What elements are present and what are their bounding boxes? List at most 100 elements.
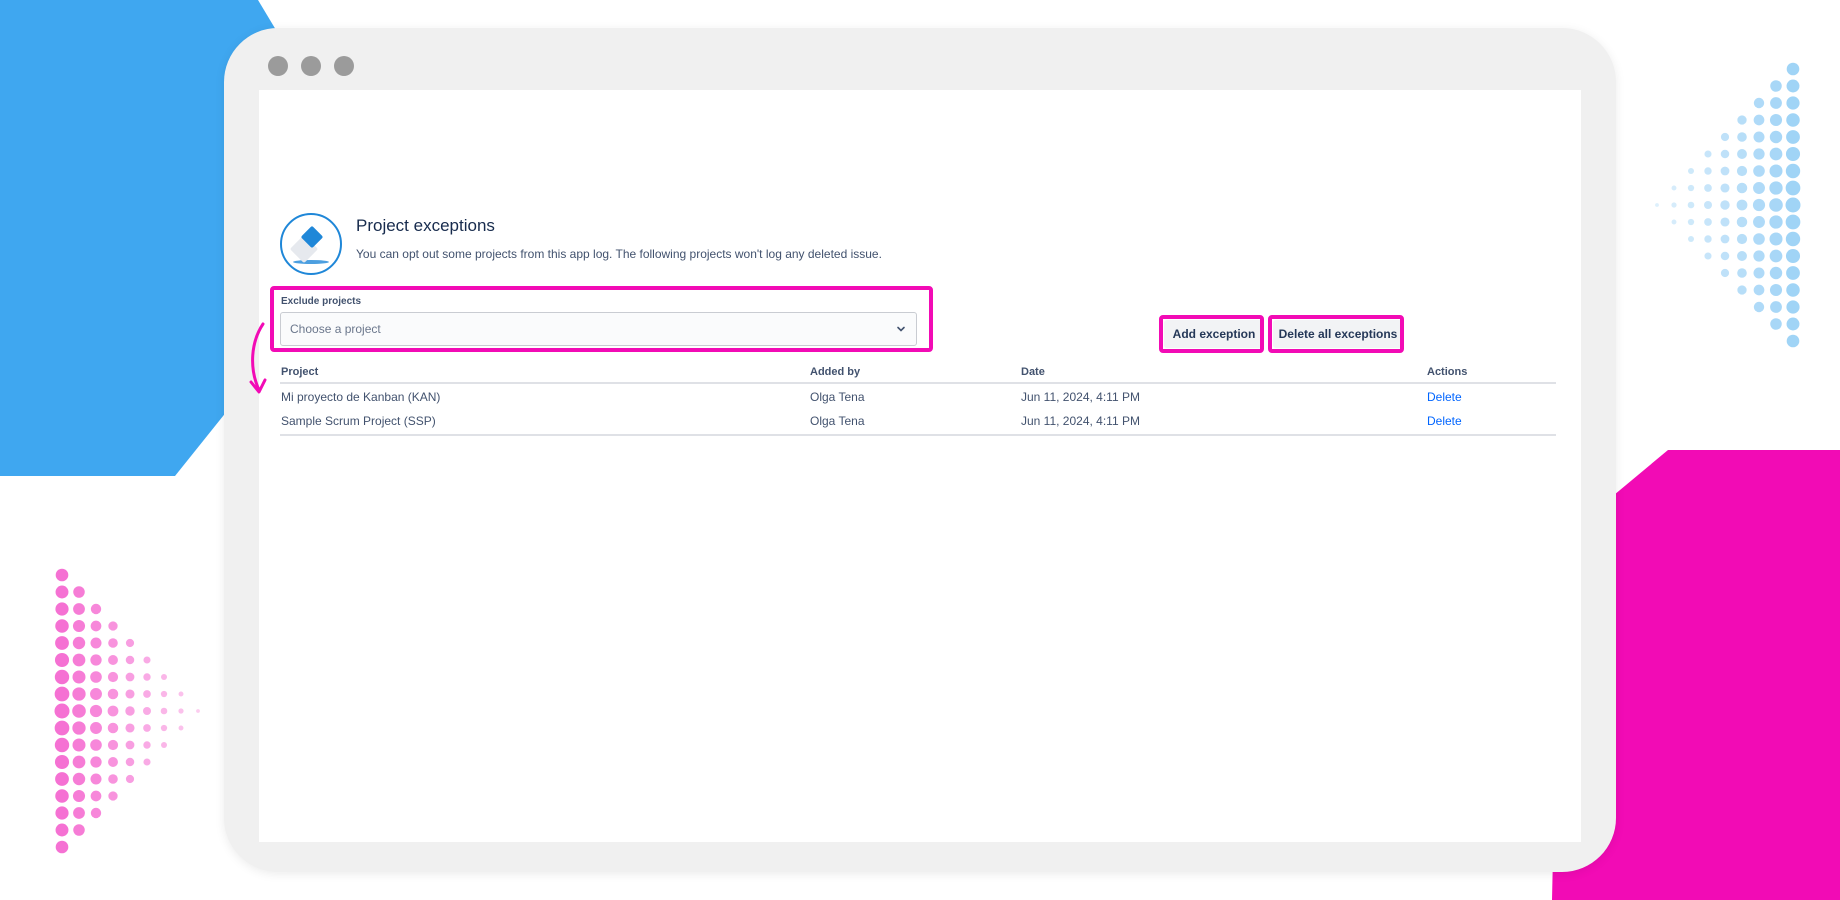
decor-dot: [1785, 214, 1801, 230]
project-select-placeholder: Choose a project: [290, 322, 381, 336]
decor-dot: [1786, 283, 1800, 297]
decor-dot: [1736, 216, 1748, 228]
decor-dot: [125, 706, 135, 716]
chevron-down-icon: [897, 326, 905, 332]
decor-dot: [72, 670, 86, 684]
decor-dot: [143, 758, 151, 766]
decor-dot: [90, 756, 102, 768]
decor-dot: [1753, 301, 1765, 313]
decor-dot: [1769, 232, 1783, 246]
table-header-divider: [280, 382, 1556, 384]
row-added-by: Olga Tena: [810, 414, 865, 428]
decor-dot: [1736, 182, 1748, 194]
delete-all-exceptions-button[interactable]: Delete all exceptions: [1273, 320, 1403, 348]
decor-dot: [1737, 251, 1747, 261]
decor-dot: [89, 704, 103, 718]
column-header-date: Date: [1021, 366, 1045, 378]
decor-dot: [1769, 215, 1783, 229]
decor-dot: [90, 620, 102, 632]
decor-dot: [108, 791, 118, 801]
decor-dot: [90, 722, 102, 734]
decor-dot: [1769, 283, 1783, 297]
decor-dot: [1753, 267, 1765, 279]
decor-dot: [1688, 236, 1694, 242]
decor-dot: [1720, 268, 1730, 278]
decor-dot: [1786, 266, 1800, 280]
decor-dot: [72, 789, 86, 803]
decor-dot: [1704, 201, 1712, 209]
decor-dot: [54, 720, 70, 736]
decor-dot: [1720, 149, 1730, 159]
decor-dot: [1736, 233, 1748, 245]
decor-dot: [108, 638, 118, 648]
project-select[interactable]: Choose a project: [280, 312, 917, 346]
table-bottom-divider: [280, 434, 1556, 436]
decor-dot: [55, 806, 69, 820]
decor-dot: [1737, 268, 1747, 278]
decor-dot: [72, 738, 86, 752]
add-exception-button[interactable]: Add exception: [1164, 320, 1264, 348]
column-header-actions: Actions: [1427, 366, 1468, 378]
row-delete-link[interactable]: Delete: [1427, 414, 1462, 428]
decor-dot: [1753, 182, 1765, 194]
page-title: Project exceptions: [356, 216, 495, 235]
decor-dot: [1655, 203, 1659, 207]
decor-dot: [1769, 198, 1783, 212]
decor-dot: [125, 723, 135, 733]
window-dot-2: [301, 56, 321, 76]
row-date: Jun 11, 2024, 4:11 PM: [1021, 390, 1140, 404]
decor-dot: [1687, 201, 1695, 209]
decor-dot: [1671, 185, 1677, 191]
decor-dot: [1671, 202, 1677, 208]
decor-dot: [160, 690, 168, 698]
decor-dot: [90, 739, 102, 751]
decor-dot: [125, 757, 135, 767]
decor-dot: [1737, 115, 1747, 125]
decor-dot: [125, 655, 135, 665]
decor-dot: [55, 585, 69, 599]
decor-dot: [72, 755, 86, 769]
decor-dot: [54, 754, 70, 770]
decor-dot: [1786, 62, 1800, 76]
decor-dot: [1704, 167, 1712, 175]
decor-dot: [1704, 184, 1712, 192]
decor-dot: [55, 789, 69, 803]
decor-dot: [1786, 79, 1800, 93]
decor-dot: [178, 691, 184, 697]
decor-dot: [1720, 183, 1730, 193]
decor-dot: [178, 708, 184, 714]
decor-dot: [1737, 285, 1747, 295]
decor-dot: [1753, 131, 1765, 143]
decor-dot: [90, 688, 102, 700]
decor-dot: [73, 603, 85, 615]
decor-dot: [1687, 184, 1695, 192]
decor-dot: [1769, 249, 1783, 263]
decor-dot: [125, 774, 135, 784]
decor-dot: [196, 709, 200, 713]
decor-dot: [90, 654, 102, 666]
decor-dot: [108, 621, 118, 631]
decor-dot: [125, 689, 135, 699]
window-dot-1: [268, 56, 288, 76]
decor-dot: [107, 688, 119, 700]
curved-arrow-icon: [249, 322, 267, 394]
pink-dot-pattern: [54, 568, 200, 854]
decor-dot: [1769, 181, 1783, 195]
decor-dot: [107, 671, 119, 683]
decor-dot: [125, 672, 135, 682]
decor-dot: [1753, 165, 1765, 177]
decor-dot: [143, 741, 151, 749]
decor-dot: [1687, 218, 1695, 226]
decor-dot: [1688, 168, 1694, 174]
decor-dot: [73, 586, 85, 598]
decor-dot: [54, 703, 70, 719]
decor-dot: [161, 742, 167, 748]
decor-dot: [55, 823, 69, 837]
decor-dot: [1786, 96, 1800, 110]
decor-dot: [125, 638, 135, 648]
decor-dot: [90, 807, 102, 819]
decor-dot: [1753, 114, 1765, 126]
decor-dot: [108, 774, 118, 784]
decor-dot: [107, 705, 119, 717]
row-delete-link[interactable]: Delete: [1427, 390, 1462, 404]
